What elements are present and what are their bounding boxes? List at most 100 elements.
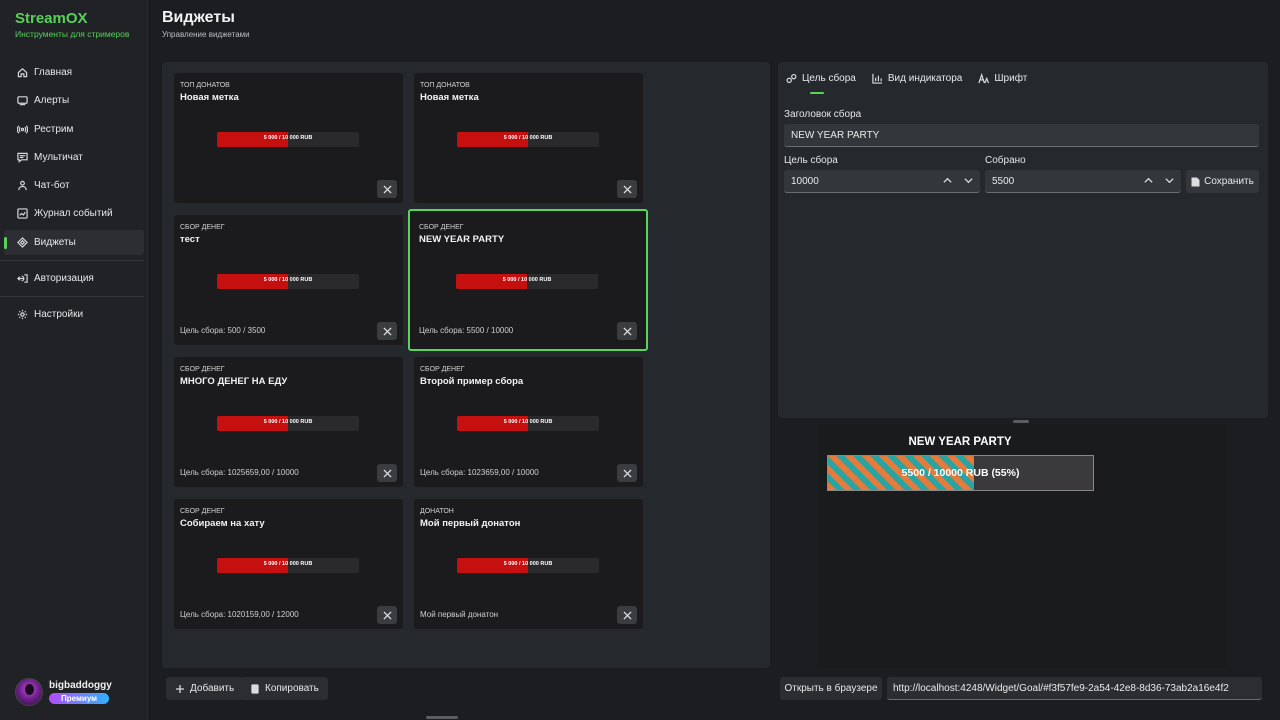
sidebar-item-label: Настройки bbox=[34, 308, 84, 320]
copy-label: Копировать bbox=[265, 683, 319, 694]
font-icon bbox=[978, 72, 990, 83]
panel-splitter-handle[interactable] bbox=[1013, 420, 1029, 423]
sidebar-item-chatbot[interactable]: Чат-бот bbox=[4, 173, 144, 198]
premium-badge: Премиум bbox=[49, 693, 110, 704]
widget-footer: Мой первый донатон bbox=[420, 610, 499, 619]
widget-type: СБОР ДЕНЕГ bbox=[419, 224, 464, 231]
sidebar-item-label: Главная bbox=[34, 67, 73, 78]
tab-indicator[interactable]: Вид индикатора bbox=[872, 70, 962, 86]
close-icon bbox=[622, 468, 632, 478]
widget-card[interactable]: СБОР ДЕНЕГ тест 5 000 / 10 000 RUB Цель … bbox=[174, 215, 403, 345]
progress-text: 5 000 / 10 000 RUB bbox=[263, 419, 313, 425]
gear-icon bbox=[16, 308, 28, 320]
user-profile[interactable]: bigbaddoggy Премиум bbox=[15, 678, 112, 706]
delete-widget-button[interactable] bbox=[377, 322, 397, 340]
goal-input-value: 10000 bbox=[791, 175, 819, 187]
widget-type: СБОР ДЕНЕГ bbox=[420, 366, 465, 373]
sidebar-item-multichat[interactable]: Мультичат bbox=[4, 145, 144, 170]
page-title: Виджеты bbox=[162, 9, 235, 26]
widget-progress-bar: 5 000 / 10 000 RUB bbox=[457, 132, 599, 147]
sidebar-nav: Главная Алерты Рестрим Мультичат Чат-бот… bbox=[0, 60, 144, 330]
add-label: Добавить bbox=[190, 683, 235, 694]
save-button[interactable]: Сохранить bbox=[1186, 170, 1259, 193]
open-in-browser-button[interactable]: Открыть в браузере bbox=[780, 677, 882, 700]
copy-widget-button[interactable]: Копировать bbox=[241, 677, 328, 700]
widget-title: NEW YEAR PARTY bbox=[419, 234, 505, 245]
sidebar-item-journal[interactable]: Журнал событий bbox=[4, 201, 144, 226]
collected-field-label: Собрано bbox=[985, 155, 1026, 166]
chevron-down-icon[interactable] bbox=[963, 175, 974, 186]
widget-url-field[interactable]: http://localhost:4248/Widget/Goal/#f3f57… bbox=[887, 677, 1262, 700]
collected-input-value: 5500 bbox=[992, 175, 1015, 187]
goal-stepper[interactable] bbox=[942, 175, 974, 186]
delete-widget-button[interactable] bbox=[617, 464, 637, 482]
progress-text: 5 000 / 10 000 RUB bbox=[503, 135, 553, 141]
widget-title: МНОГО ДЕНЕГ НА ЕДУ bbox=[180, 376, 288, 387]
chart-icon bbox=[872, 73, 882, 84]
title-field-label: Заголовок сбора bbox=[784, 109, 862, 120]
widget-card[interactable]: СБОР ДЕНЕГ Собираем на хату 5 000 / 10 0… bbox=[174, 499, 403, 629]
widget-title: Собираем на хату bbox=[180, 518, 265, 529]
tab-font[interactable]: Шрифт bbox=[978, 70, 1027, 86]
widget-footer: Цель сбора: 500 / 3500 bbox=[180, 326, 266, 335]
sidebar-item-alerts[interactable]: Алерты bbox=[4, 88, 144, 113]
sidebar-item-label: Авторизация bbox=[34, 272, 94, 284]
delete-widget-button[interactable] bbox=[377, 180, 397, 198]
widget-card[interactable]: ТОП ДОНАТОВ Новая метка 5 000 / 10 000 R… bbox=[414, 73, 643, 203]
user-name: bigbaddoggy bbox=[49, 680, 112, 691]
widget-card[interactable]: ДОНАТОН Мой первый донатон 5 000 / 10 00… bbox=[414, 499, 643, 629]
scroll-handle[interactable] bbox=[426, 716, 458, 719]
widget-title: Новая метка bbox=[420, 92, 479, 103]
collected-stepper[interactable] bbox=[1143, 175, 1175, 186]
widget-type: ДОНАТОН bbox=[420, 508, 454, 515]
goal-number-input[interactable]: 10000 bbox=[784, 170, 980, 193]
widget-url: http://localhost:4248/Widget/Goal/#f3f57… bbox=[893, 682, 1229, 694]
target-icon bbox=[786, 73, 797, 83]
close-icon bbox=[622, 184, 632, 194]
widget-progress-bar: 5 000 / 10 000 RUB bbox=[457, 416, 599, 431]
app-tagline: Инструменты для стримеров bbox=[15, 29, 130, 39]
nav-divider bbox=[0, 295, 144, 297]
widget-card-selected[interactable]: СБОР ДЕНЕГ NEW YEAR PARTY 5 000 / 10 000… bbox=[408, 209, 648, 351]
brand: StreamOX Инструменты для стримеров bbox=[15, 10, 129, 39]
widget-card[interactable]: СБОР ДЕНЕГ МНОГО ДЕНЕГ НА ЕДУ 5 000 / 10… bbox=[174, 357, 403, 487]
sidebar-item-auth[interactable]: Авторизация bbox=[4, 266, 144, 291]
progress-text: 5 000 / 10 000 RUB bbox=[502, 277, 552, 283]
sidebar-item-restream[interactable]: Рестрим bbox=[4, 117, 144, 142]
widget-title: тест bbox=[180, 234, 200, 245]
delete-widget-button[interactable] bbox=[617, 606, 637, 624]
chevron-down-icon[interactable] bbox=[1164, 175, 1175, 186]
widget-footer: Цель сбора: 1023659,00 / 10000 bbox=[420, 468, 539, 477]
collected-number-input[interactable]: 5500 bbox=[985, 170, 1181, 193]
widget-progress-bar: 5 000 / 10 000 RUB bbox=[457, 558, 599, 573]
tab-goal[interactable]: Цель сбора bbox=[786, 70, 856, 94]
title-input[interactable]: NEW YEAR PARTY bbox=[784, 124, 1259, 147]
widget-card[interactable]: СБОР ДЕНЕГ Второй пример сбора 5 000 / 1… bbox=[414, 357, 643, 487]
widget-footer: Цель сбора: 5500 / 10000 bbox=[419, 326, 514, 335]
delete-widget-button[interactable] bbox=[617, 180, 637, 198]
sidebar-item-label: Чат-бот bbox=[34, 180, 70, 192]
chevron-up-icon[interactable] bbox=[1143, 175, 1154, 186]
sidebar-item-label: Рестрим bbox=[34, 123, 74, 135]
delete-widget-button[interactable] bbox=[377, 606, 397, 624]
chevron-up-icon[interactable] bbox=[942, 175, 953, 186]
goal-field-label: Цель сбора bbox=[784, 155, 838, 166]
widget-card[interactable]: ТОП ДОНАТОВ Новая метка 5 000 / 10 000 R… bbox=[174, 73, 403, 203]
sidebar-item-home[interactable]: Главная bbox=[4, 60, 144, 85]
sidebar-item-settings[interactable]: Настройки bbox=[4, 302, 144, 327]
close-icon bbox=[382, 610, 392, 620]
widget-footer: Цель сбора: 1020159,00 / 12000 bbox=[180, 610, 299, 619]
delete-widget-button[interactable] bbox=[377, 464, 397, 482]
progress-text: 5 000 / 10 000 RUB bbox=[263, 277, 313, 283]
widget-title: Второй пример сбора bbox=[420, 376, 524, 387]
delete-widget-button[interactable] bbox=[617, 322, 637, 340]
bot-icon bbox=[16, 180, 28, 192]
save-label: Сохранить bbox=[1204, 176, 1254, 187]
close-icon bbox=[382, 184, 392, 194]
add-widget-button[interactable]: Добавить bbox=[166, 677, 244, 700]
sidebar-item-widgets[interactable]: Виджеты bbox=[4, 229, 144, 255]
auth-icon bbox=[16, 272, 28, 284]
sidebar-item-label: Виджеты bbox=[34, 236, 76, 248]
widget-type: СБОР ДЕНЕГ bbox=[180, 224, 225, 231]
widget-progress-bar: 5 000 / 10 000 RUB bbox=[217, 274, 359, 289]
